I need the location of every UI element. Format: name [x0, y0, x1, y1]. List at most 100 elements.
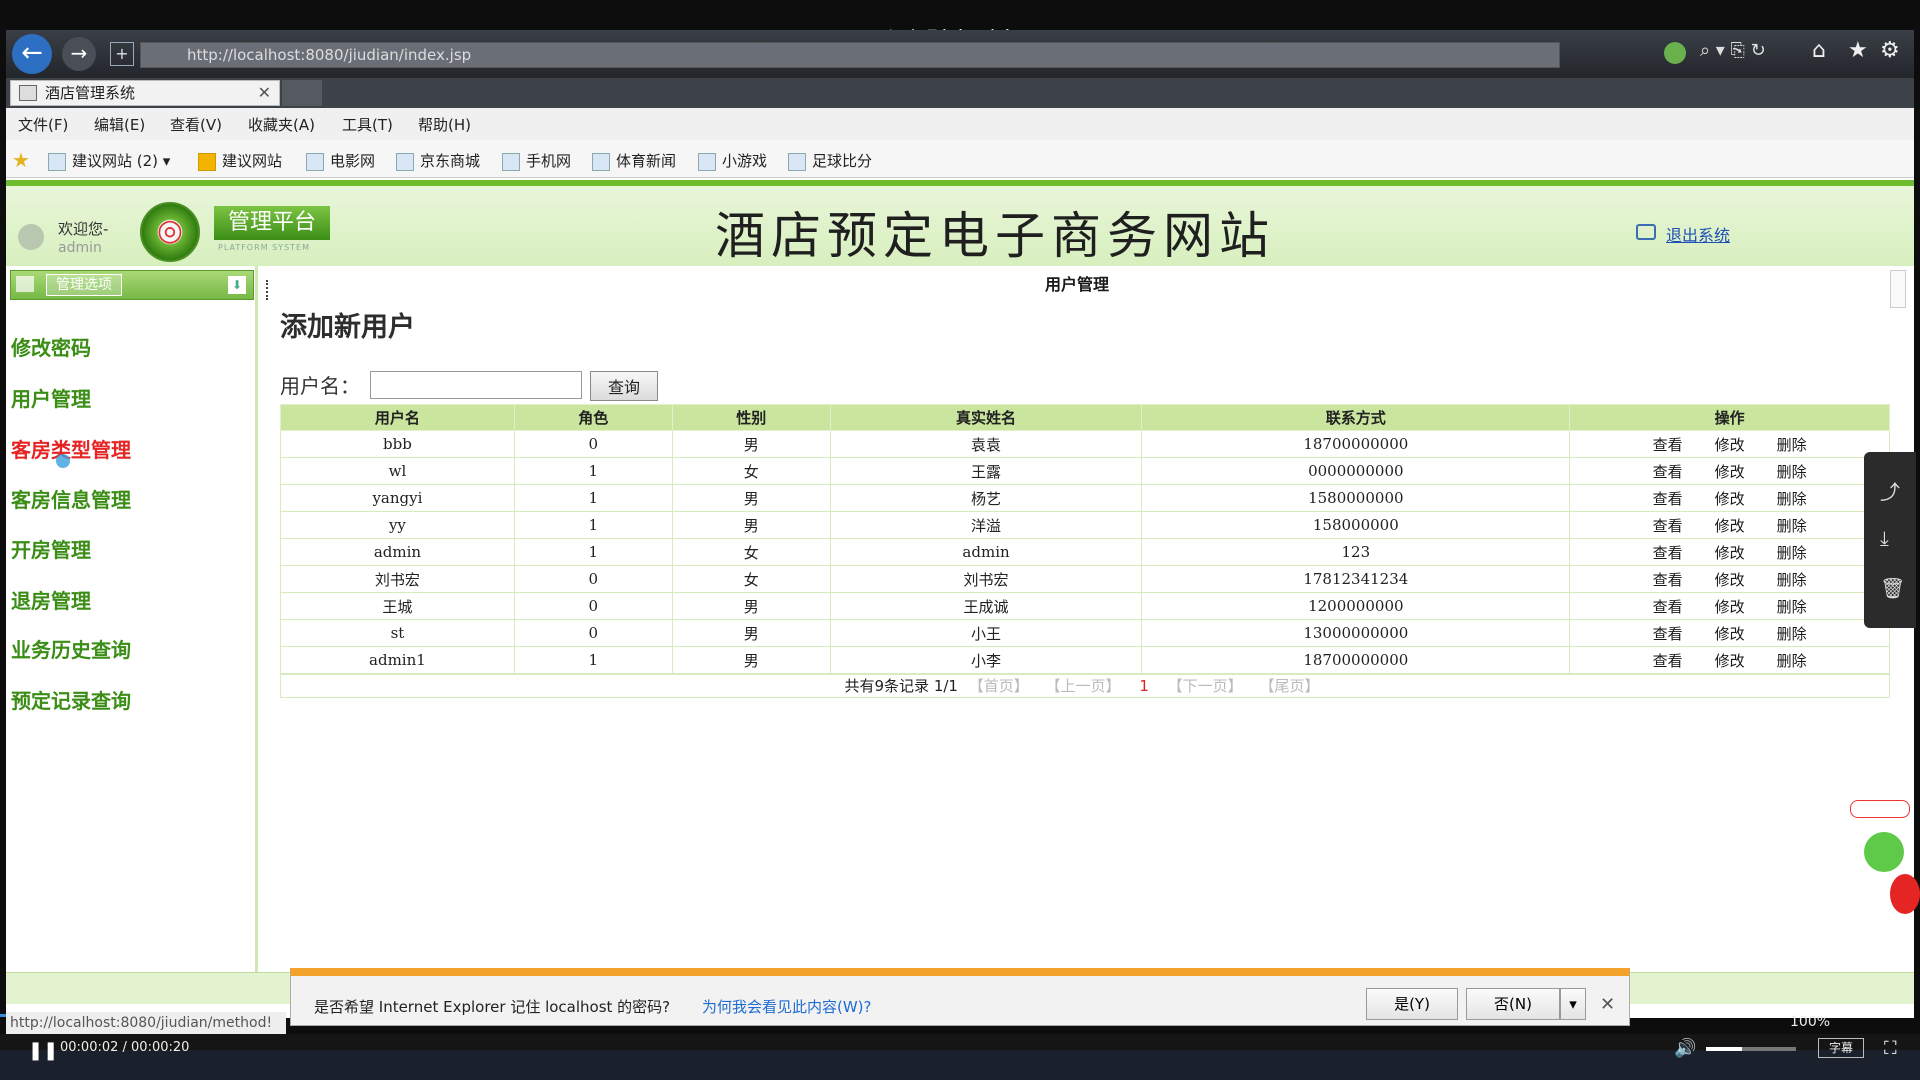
fav-phone[interactable]: 手机网 — [502, 150, 571, 171]
delete-link[interactable]: 删除 — [1777, 434, 1807, 455]
ie-prompt-help-link[interactable]: 为何我会看见此内容(W)? — [702, 996, 872, 1017]
volume-icon[interactable]: 🔊 — [1674, 1038, 1696, 1059]
cell-actions: 查看 修改 删除 — [1569, 484, 1890, 512]
view-link[interactable]: 查看 — [1653, 650, 1683, 671]
menu-help[interactable]: 帮助(H) — [418, 114, 471, 135]
pager-last[interactable]: 【尾页】 — [1259, 677, 1319, 695]
mascot-widget[interactable] — [1846, 790, 1920, 940]
fav-games[interactable]: 小游戏 — [698, 150, 767, 171]
address-bar[interactable]: http://localhost:8080/jiudian/index.jsp — [140, 42, 1560, 68]
new-tab-button[interactable] — [282, 80, 322, 106]
ie-yes-button[interactable]: 是(Y) — [1366, 988, 1458, 1020]
edit-link[interactable]: 修改 — [1715, 542, 1745, 563]
forward-button[interactable]: → — [62, 37, 96, 71]
close-icon[interactable]: ✕ — [1600, 994, 1615, 1015]
star-icon[interactable]: ★ — [1848, 38, 1868, 63]
close-icon[interactable]: ✕ — [258, 81, 271, 105]
home-icon[interactable]: ⌂ — [1812, 38, 1826, 63]
scrollbar[interactable] — [1890, 270, 1906, 308]
view-link[interactable]: 查看 — [1653, 434, 1683, 455]
fav-football[interactable]: 足球比分 — [788, 150, 872, 171]
username-search-input[interactable] — [370, 371, 582, 399]
menu-view[interactable]: 查看(V) — [170, 114, 222, 135]
cell-username: yangyi — [280, 484, 515, 512]
table-row: admin1 1 男小李 18700000000 查看 修改 删除 — [280, 646, 1890, 674]
delete-link[interactable]: 删除 — [1777, 542, 1807, 563]
share-icon[interactable]: ⤴ — [1880, 476, 1900, 505]
search-icon[interactable]: ⌕ ▾ ⎘ ↻ — [1700, 40, 1766, 61]
cell-gender: 男 — [671, 592, 831, 620]
logout-icon[interactable] — [1636, 224, 1656, 240]
fav-movie[interactable]: 电影网 — [306, 150, 375, 171]
sidebar-item-room-type[interactable]: 客房类型管理 — [11, 434, 131, 463]
view-link[interactable]: 查看 — [1653, 488, 1683, 509]
edit-link[interactable]: 修改 — [1715, 623, 1745, 644]
subtitles-button[interactable]: 字幕 — [1818, 1038, 1864, 1058]
delete-link[interactable]: 删除 — [1777, 515, 1807, 536]
sidebar-item-checkin[interactable]: 开房管理 — [11, 534, 91, 563]
menu-edit[interactable]: 编辑(E) — [94, 114, 145, 135]
zoom-level[interactable]: 100% — [1790, 1014, 1830, 1030]
delete-link[interactable]: 删除 — [1777, 488, 1807, 509]
fav-suggested[interactable]: 建议网站 — [198, 150, 282, 171]
menu-tools[interactable]: 工具(T) — [342, 114, 393, 135]
pager-next[interactable]: 【下一页】 — [1168, 677, 1243, 695]
cell-realname: 王成诚 — [829, 592, 1143, 620]
fullscreen-icon[interactable]: ⛶ — [1884, 1038, 1897, 1059]
cell-gender: 女 — [671, 565, 831, 593]
delete-link[interactable]: 删除 — [1777, 650, 1807, 671]
sidebar-item-room-info[interactable]: 客房信息管理 — [11, 484, 131, 513]
compat-view-icon[interactable]: + — [110, 42, 134, 66]
fav-jd[interactable]: 京东商城 — [396, 150, 480, 171]
view-link[interactable]: 查看 — [1653, 623, 1683, 644]
edit-link[interactable]: 修改 — [1715, 461, 1745, 482]
logout-link[interactable]: 退出系统 — [1666, 222, 1730, 246]
edit-link[interactable]: 修改 — [1715, 488, 1745, 509]
favorites-star-icon[interactable]: ★ — [12, 148, 30, 172]
delete-link[interactable]: 删除 — [1777, 569, 1807, 590]
edit-link[interactable]: 修改 — [1715, 596, 1745, 617]
edit-link[interactable]: 修改 — [1715, 569, 1745, 590]
view-link[interactable]: 查看 — [1653, 515, 1683, 536]
ie-no-button[interactable]: 否(N) — [1466, 988, 1560, 1020]
taskbar — [0, 1050, 1920, 1080]
view-link[interactable]: 查看 — [1653, 461, 1683, 482]
menu-file[interactable]: 文件(F) — [18, 114, 68, 135]
gear-icon[interactable]: ⚙ — [1880, 38, 1900, 63]
pager-current[interactable]: 1 — [1139, 677, 1149, 695]
fav-sports[interactable]: 体育新闻 — [592, 150, 676, 171]
sidebar-item-user-management[interactable]: 用户管理 — [11, 383, 91, 412]
edit-link[interactable]: 修改 — [1715, 515, 1745, 536]
edit-link[interactable]: 修改 — [1715, 650, 1745, 671]
edit-link[interactable]: 修改 — [1715, 434, 1745, 455]
cell-realname: 王露 — [829, 457, 1143, 485]
view-link[interactable]: 查看 — [1653, 596, 1683, 617]
status-url: http://localhost:8080/jiudian/method! — [6, 1012, 286, 1034]
sidebar-item-change-password[interactable]: 修改密码 — [11, 332, 91, 361]
fav-suggested-sites[interactable]: 建议网站 (2) ▾ — [48, 150, 170, 171]
download-icon[interactable]: ⤓ — [1880, 526, 1889, 550]
pager-first[interactable]: 【首页】 — [969, 677, 1029, 695]
search-button[interactable]: 查询 — [590, 371, 658, 401]
pause-icon[interactable]: ❚❚ — [28, 1040, 58, 1062]
ie-no-dropdown-icon[interactable]: ▾ — [1560, 988, 1586, 1020]
cell-realname: admin — [829, 538, 1143, 566]
pager-prev[interactable]: 【上一页】 — [1046, 677, 1121, 695]
trash-icon[interactable]: 🗑 — [1880, 576, 1905, 600]
view-link[interactable]: 查看 — [1653, 542, 1683, 563]
back-button[interactable]: ← — [12, 34, 52, 74]
sidebar-item-reservations[interactable]: 预定记录查询 — [11, 685, 131, 714]
sidebar-item-checkout[interactable]: 退房管理 — [11, 585, 91, 614]
splitter-handle[interactable] — [266, 280, 270, 300]
delete-link[interactable]: 删除 — [1777, 623, 1807, 644]
sidebar-item-history[interactable]: 业务历史查询 — [11, 634, 131, 663]
menu-favorites[interactable]: 收藏夹(A) — [248, 114, 315, 135]
cell-actions: 查看 修改 删除 — [1569, 430, 1890, 458]
collapse-icon[interactable]: ⬇ — [228, 276, 246, 294]
refresh-green-icon[interactable] — [1664, 42, 1686, 64]
delete-link[interactable]: 删除 — [1777, 596, 1807, 617]
delete-link[interactable]: 删除 — [1777, 461, 1807, 482]
ie-page-icon — [396, 152, 414, 171]
tab-active[interactable]: 酒店管理系统 ✕ — [10, 80, 280, 106]
view-link[interactable]: 查看 — [1653, 569, 1683, 590]
